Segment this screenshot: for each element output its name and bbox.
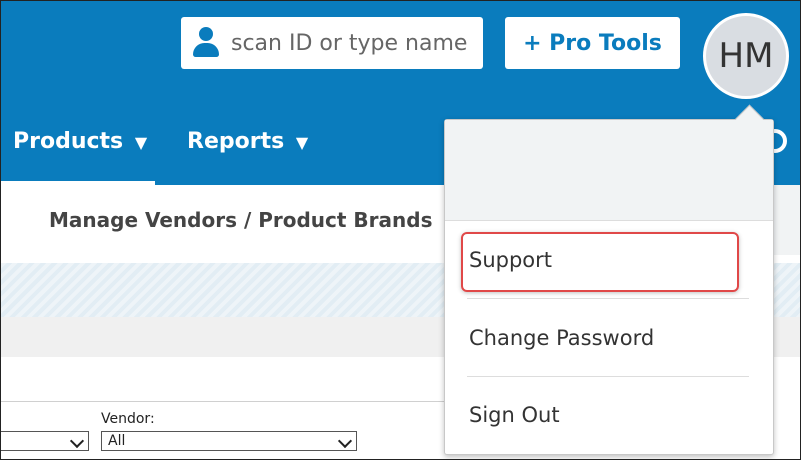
divider [1,401,446,402]
user-avatar[interactable]: HM [703,13,789,99]
filter-select[interactable] [1,431,89,451]
search-input[interactable] [229,29,473,57]
vendor-label: Vendor: [101,411,155,427]
chevron-down-icon [337,433,353,449]
app-frame: + Pro Tools HM Products ▼ Reports ▼ Mana… [0,0,801,460]
subnav-manage-vendors[interactable]: Manage Vendors / Product Brands [49,208,432,232]
pro-tools-button[interactable]: + Pro Tools [505,17,680,69]
content-area [1,361,446,401]
person-icon [193,27,219,59]
user-menu-header [445,120,773,221]
menu-separator [467,376,749,377]
nav-reports-label: Reports [187,129,285,154]
menu-item-sign-out[interactable]: Sign Out [469,403,560,427]
nav-products[interactable]: Products ▼ [13,129,147,154]
search-box[interactable] [181,17,483,69]
support-highlight-box [461,232,739,292]
menu-item-change-password[interactable]: Change Password [469,326,654,350]
nav-reports[interactable]: Reports ▼ [187,129,308,154]
caret-down-icon: ▼ [295,133,309,152]
nav-products-label: Products [13,129,124,154]
chevron-down-icon [69,433,85,449]
vendor-select-value: All [108,433,126,449]
vendor-select[interactable]: All [101,431,357,451]
menu-separator [467,298,749,299]
caret-down-icon: ▼ [134,133,148,152]
